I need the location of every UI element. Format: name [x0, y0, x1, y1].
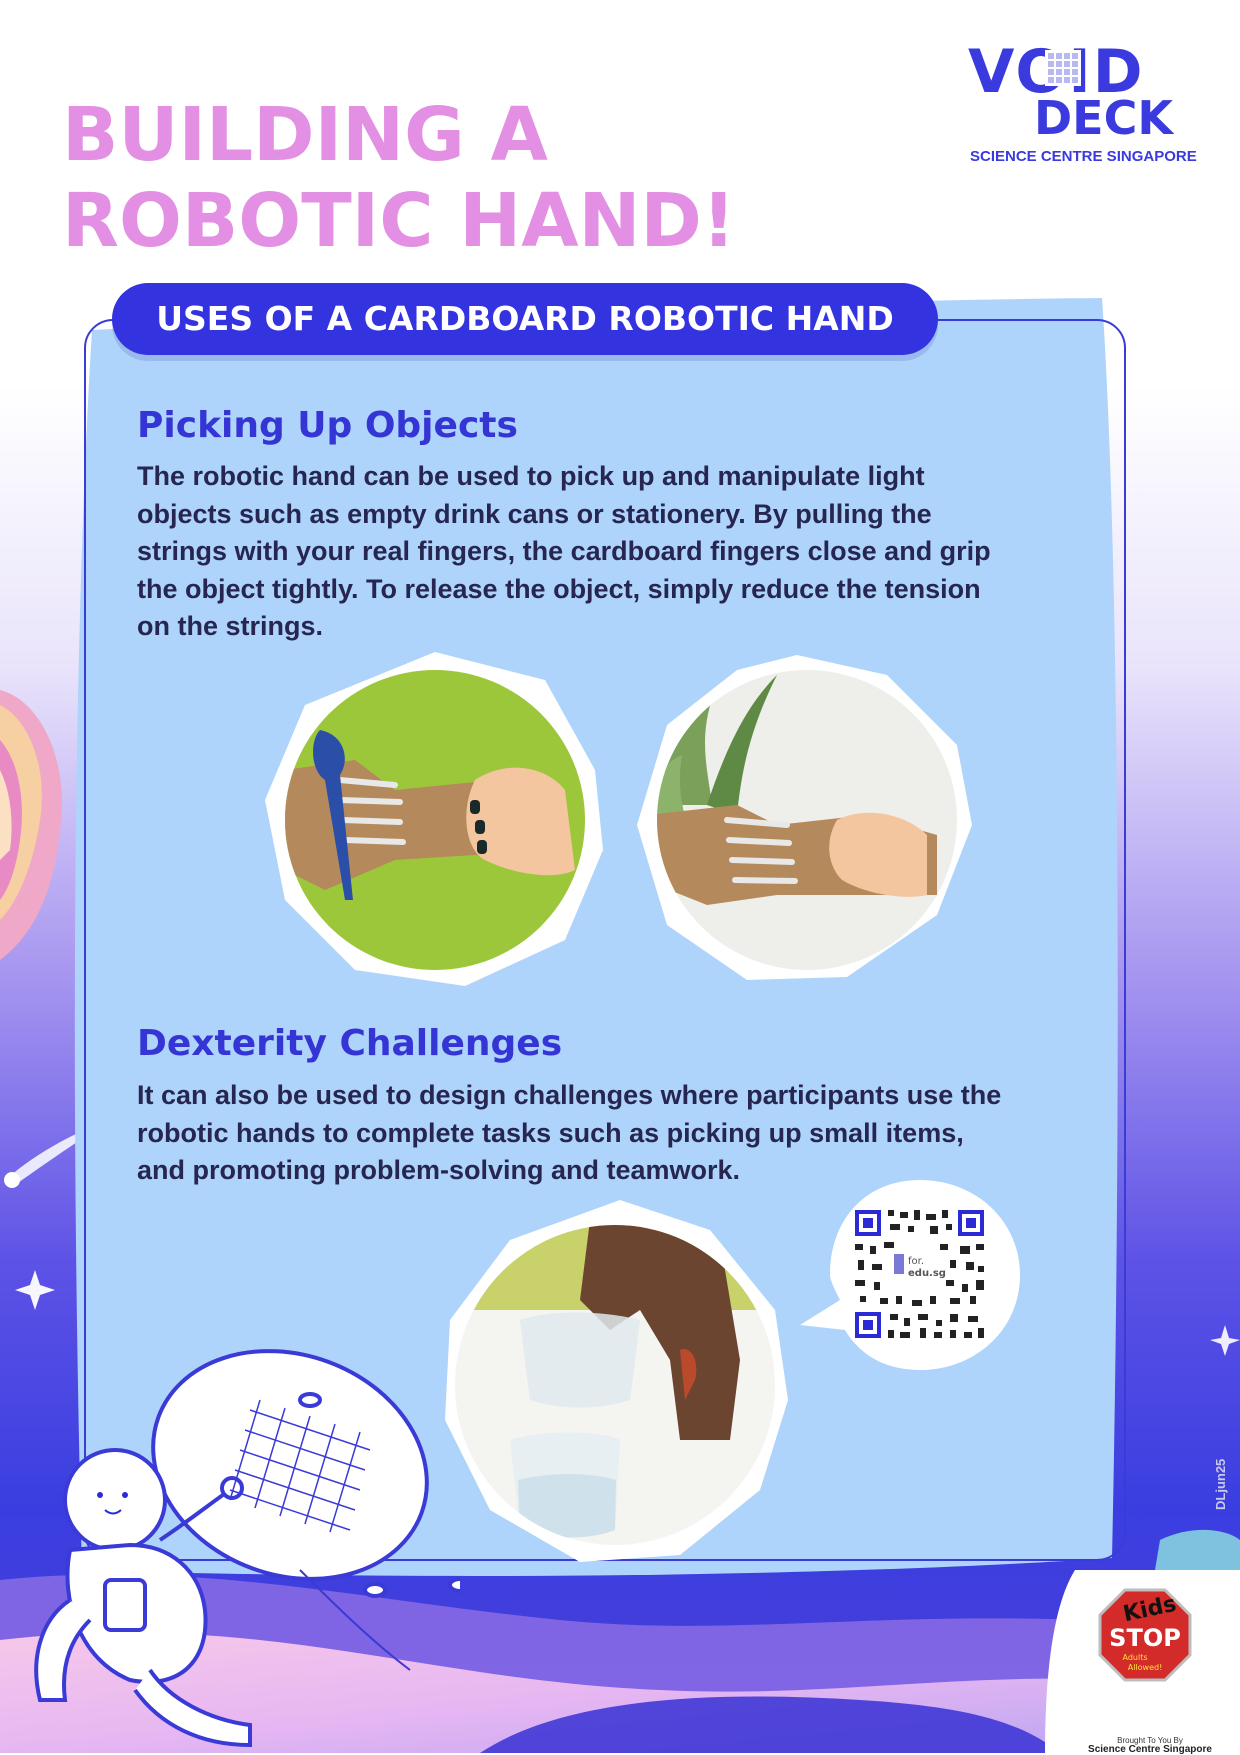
- title-line-2: ROBOTIC HAND!: [62, 178, 736, 264]
- logo-grid-icon: [1045, 50, 1081, 86]
- document-code-tag: DLjun25: [1213, 1458, 1228, 1510]
- qr-label-bottom: edu.sg: [908, 1268, 946, 1279]
- section-heading-picking-up: Picking Up Objects: [137, 405, 518, 446]
- text-line: strings with your real fingers, the card…: [137, 536, 991, 566]
- logo-deck-text: DECK: [1034, 91, 1174, 145]
- section-text-dexterity: It can also be used to design challenges…: [137, 1077, 1127, 1190]
- text-line: It can also be used to design challenges…: [137, 1080, 1002, 1110]
- qr-code[interactable]: for. edu.sg: [800, 1180, 1025, 1380]
- kids-stop-logo: Kids STOP Adults Allowed!: [1045, 1570, 1240, 1753]
- text-line: the object tightly. To release the objec…: [137, 573, 981, 604]
- title-line-1: BUILDING A: [62, 92, 548, 178]
- stop-main-text: STOP: [1109, 1624, 1181, 1652]
- photo-hand-holding-plant: [637, 655, 972, 980]
- text-line: robotic hands to complete tasks such as …: [137, 1117, 964, 1148]
- section-banner: USES OF A CARDBOARD ROBOTIC HAND: [112, 283, 938, 355]
- logo-subtitle: SCIENCE CENTRE SINGAPORE: [970, 148, 1197, 165]
- photo-hand-holding-scissors: [265, 652, 603, 986]
- text-line: objects such as empty drink cans or stat…: [137, 498, 932, 529]
- photo-hand-pouring-cup: [445, 1200, 788, 1562]
- page-title: BUILDING A ROBOTIC HAND!: [62, 92, 736, 264]
- stop-sub2-text: Allowed!: [1128, 1663, 1163, 1672]
- section-heading-dexterity: Dexterity Challenges: [137, 1023, 563, 1064]
- section-text-picking-up: The robotic hand can be used to pick up …: [137, 458, 1127, 646]
- stop-sub1-text: Adults: [1122, 1653, 1147, 1662]
- text-line: and promoting problem-solving and teamwo…: [137, 1155, 741, 1185]
- text-line: The robotic hand can be used to pick up …: [137, 461, 925, 491]
- sponsor-org-label: Science Centre Singapore: [1088, 1744, 1212, 1755]
- astronaut-illustration: [34, 1349, 460, 1748]
- text-line: on the strings.: [137, 611, 324, 641]
- qr-label-top: for.: [908, 1256, 924, 1267]
